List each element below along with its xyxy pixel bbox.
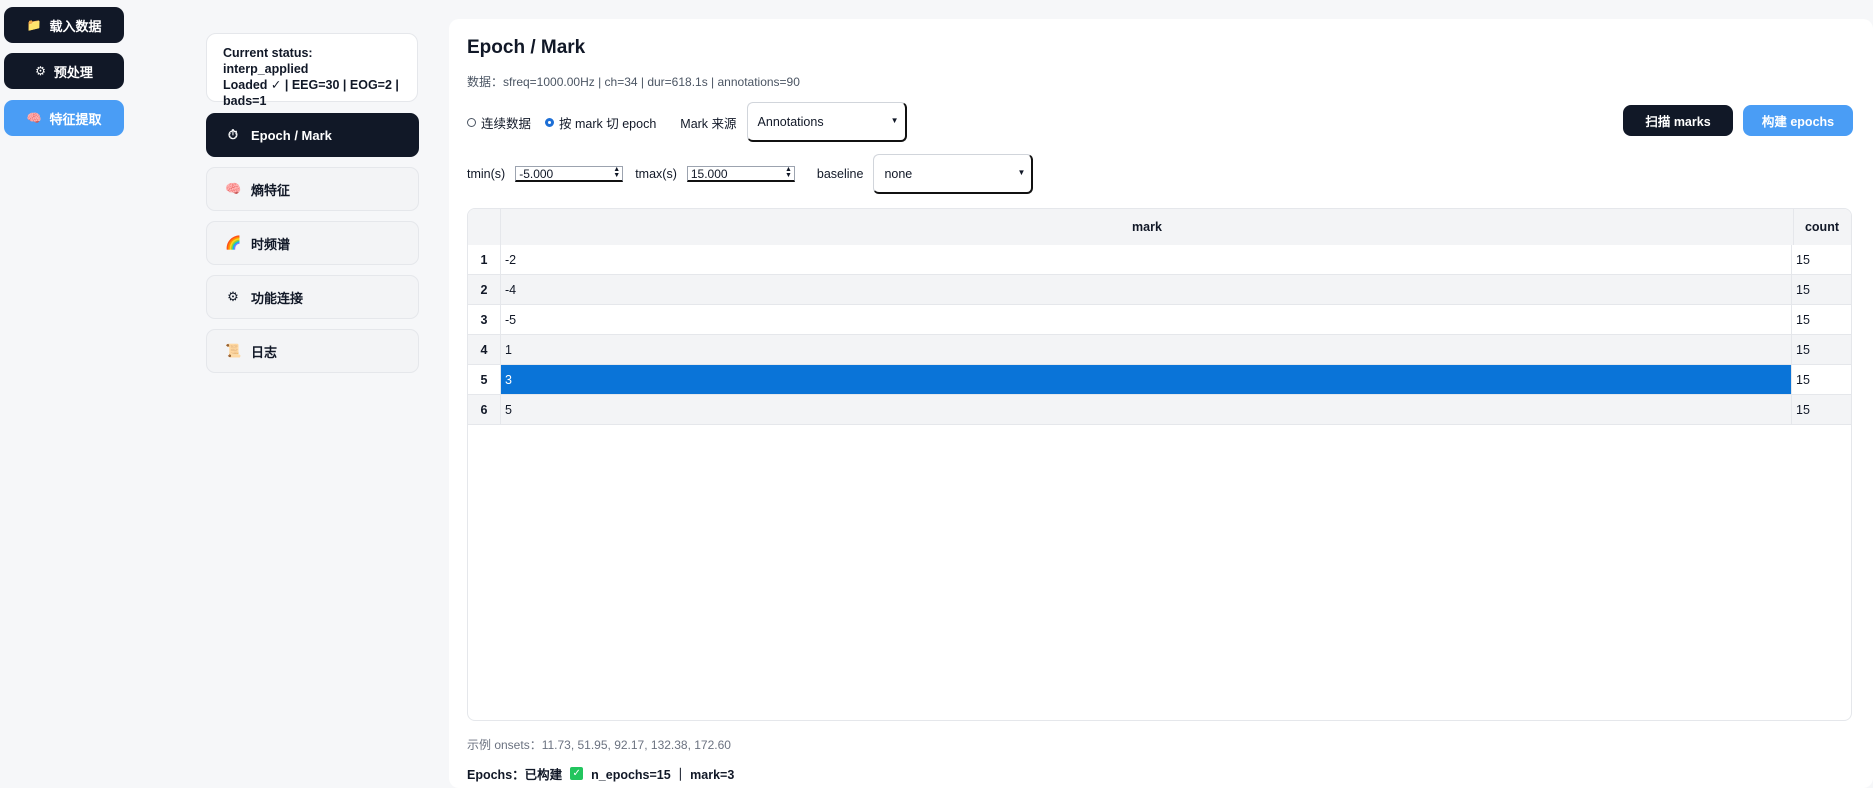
table-row[interactable]: 1 -2 15 bbox=[468, 245, 1851, 275]
mark-cell[interactable]: -2 bbox=[500, 245, 1792, 274]
count-cell[interactable]: 15 bbox=[1792, 245, 1851, 274]
status-line-1: Current status: interp_applied bbox=[223, 46, 313, 76]
main-panel: Epoch / Mark 数据：sfreq=1000.00Hz | ch=34 … bbox=[449, 19, 1873, 788]
mark-cell[interactable]: 5 bbox=[500, 395, 1792, 424]
tmax-input[interactable]: 15.000 ▲ ▼ bbox=[686, 166, 795, 182]
table-row[interactable]: 3 -5 15 bbox=[468, 305, 1851, 335]
row-index: 4 bbox=[480, 342, 488, 357]
gear-icon: ⚙ bbox=[35, 64, 46, 78]
rainbow-icon: 🌈 bbox=[225, 235, 242, 250]
mark-source-value: Annotations bbox=[757, 114, 824, 129]
tmax-label: tmax(s) bbox=[635, 167, 677, 181]
epochs-status: Epochs：已构建 ✓ n_epochs=15 ｜ mark=3 bbox=[467, 764, 734, 783]
scan-marks-button[interactable]: 扫描 marks bbox=[1623, 105, 1733, 136]
gear-icon: ⚙ bbox=[227, 289, 239, 304]
status-line-3: bads=1 bbox=[223, 94, 267, 108]
row-index: 1 bbox=[480, 252, 488, 267]
status-line-2: Loaded ✓ | EEG=30 | EOG=2 | bbox=[223, 78, 399, 92]
check-icon: ✓ bbox=[570, 767, 584, 780]
tmin-input[interactable]: -5.000 ▲ ▼ bbox=[515, 166, 624, 182]
left-nav: 📁 载入数据 ⚙ 预处理 🧠 特征提取 bbox=[0, 0, 190, 788]
tmax-value: 15.000 bbox=[690, 166, 728, 181]
load-data-label: 载入数据 bbox=[49, 18, 102, 34]
table-row[interactable]: 2 -4 15 bbox=[468, 275, 1851, 305]
radio-continuous-dot[interactable] bbox=[467, 117, 476, 127]
index-header bbox=[468, 209, 501, 245]
time-params-row: tmin(s) -5.000 ▲ ▼ tmax(s) 15.000 ▲ ▼ base… bbox=[467, 154, 1034, 194]
chevron-down-icon: ▼ bbox=[1017, 168, 1026, 177]
stepper-icon[interactable]: ▲ ▼ bbox=[613, 166, 620, 179]
radio-continuous-label: 连续数据 bbox=[481, 116, 532, 131]
onsets-text: 示例 onsets：11.73, 51.95, 92.17, 132.38, 1… bbox=[467, 738, 731, 752]
stopwatch-icon: ⏱ bbox=[227, 127, 239, 142]
row-index: 6 bbox=[480, 402, 488, 417]
mark-column-header[interactable]: mark bbox=[501, 209, 1794, 245]
count-cell[interactable]: 15 bbox=[1792, 395, 1851, 424]
table-row[interactable]: 6 5 15 bbox=[468, 395, 1851, 425]
sidebar-item-label: 功能连接 bbox=[251, 290, 304, 306]
mark-cell[interactable]: 3 bbox=[500, 365, 1792, 394]
row-index: 3 bbox=[480, 312, 488, 327]
count-cell[interactable]: 15 bbox=[1792, 275, 1851, 304]
mark-cell[interactable]: -4 bbox=[500, 275, 1792, 304]
stepper-icon[interactable]: ▲ ▼ bbox=[785, 166, 792, 179]
load-data-button[interactable]: 📁 载入数据 bbox=[4, 7, 124, 43]
row-index: 5 bbox=[480, 372, 488, 387]
mark-cell[interactable]: 1 bbox=[500, 335, 1792, 364]
row-index: 2 bbox=[480, 282, 488, 297]
page-title: Epoch / Mark bbox=[467, 37, 586, 58]
count-cell[interactable]: 15 bbox=[1792, 305, 1851, 334]
sidebar-item-epoch-mark[interactable]: ⏱ Epoch / Mark bbox=[206, 113, 419, 157]
sidebar-item-connectivity[interactable]: ⚙ 功能连接 bbox=[206, 275, 419, 319]
feature-extraction-button[interactable]: 🧠 特征提取 bbox=[4, 100, 124, 136]
mark-source-label: Mark 来源 bbox=[680, 116, 737, 131]
brain-icon: 🧠 bbox=[225, 181, 242, 196]
sidebar-item-tfr[interactable]: 🌈 时频谱 bbox=[206, 221, 419, 265]
brain-icon: 🧠 bbox=[26, 111, 42, 125]
data-info: 数据：sfreq=1000.00Hz | ch=34 | dur=618.1s … bbox=[467, 75, 800, 89]
scroll-icon: 📜 bbox=[225, 343, 242, 358]
epochs-status-suffix: n_epochs=15 ｜ mark=3 bbox=[591, 768, 735, 782]
marks-table: mark count 1 -2 15 2 -4 15 3 -5 15 4 1 1… bbox=[467, 208, 1852, 721]
baseline-label: baseline bbox=[816, 167, 864, 181]
tmin-label: tmin(s) bbox=[467, 167, 506, 181]
table-row[interactable]: 4 1 15 bbox=[468, 335, 1851, 365]
sidebar-item-log[interactable]: 📜 日志 bbox=[206, 329, 419, 373]
radio-by-mark-dot[interactable] bbox=[545, 117, 555, 127]
preprocess-button[interactable]: ⚙ 预处理 bbox=[4, 53, 124, 89]
baseline-select[interactable]: none ▼ bbox=[873, 154, 1034, 194]
mode-row: 连续数据 按 mark 切 epoch Mark 来源 Annotations … bbox=[467, 102, 907, 142]
baseline-value: none bbox=[884, 166, 913, 181]
tmin-value: -5.000 bbox=[519, 166, 554, 181]
table-header: mark count bbox=[468, 209, 1851, 245]
preprocess-label: 预处理 bbox=[53, 64, 93, 80]
status-card: Current status: interp_applied Loaded ✓ … bbox=[206, 33, 418, 108]
mark-cell[interactable]: -5 bbox=[500, 305, 1792, 334]
sidebar-item-label: 时频谱 bbox=[251, 236, 291, 252]
folder-icon: 📁 bbox=[26, 18, 42, 32]
sidebar-item-label: Epoch / Mark bbox=[251, 127, 332, 143]
sidebar-item-label: 日志 bbox=[251, 344, 278, 360]
build-epochs-button[interactable]: 构建 epochs bbox=[1743, 105, 1853, 136]
epochs-status-prefix: Epochs：已构建 bbox=[467, 768, 563, 782]
radio-continuous[interactable]: 连续数据 bbox=[467, 113, 531, 132]
sidebar-item-entropy[interactable]: 🧠 熵特征 bbox=[206, 167, 419, 211]
chevron-down-icon: ▼ bbox=[890, 116, 899, 125]
radio-by-mark-label: 按 mark 切 epoch bbox=[559, 116, 657, 131]
radio-by-mark[interactable]: 按 mark 切 epoch bbox=[545, 113, 656, 132]
feature-extraction-label: 特征提取 bbox=[49, 111, 102, 127]
count-cell[interactable]: 15 bbox=[1792, 365, 1851, 394]
table-row-selected[interactable]: 5 3 15 bbox=[468, 365, 1851, 395]
mark-source-select[interactable]: Annotations ▼ bbox=[746, 102, 907, 142]
sidebar-item-label: 熵特征 bbox=[251, 182, 291, 198]
count-cell[interactable]: 15 bbox=[1792, 335, 1851, 364]
count-column-header[interactable]: count bbox=[1794, 209, 1851, 245]
